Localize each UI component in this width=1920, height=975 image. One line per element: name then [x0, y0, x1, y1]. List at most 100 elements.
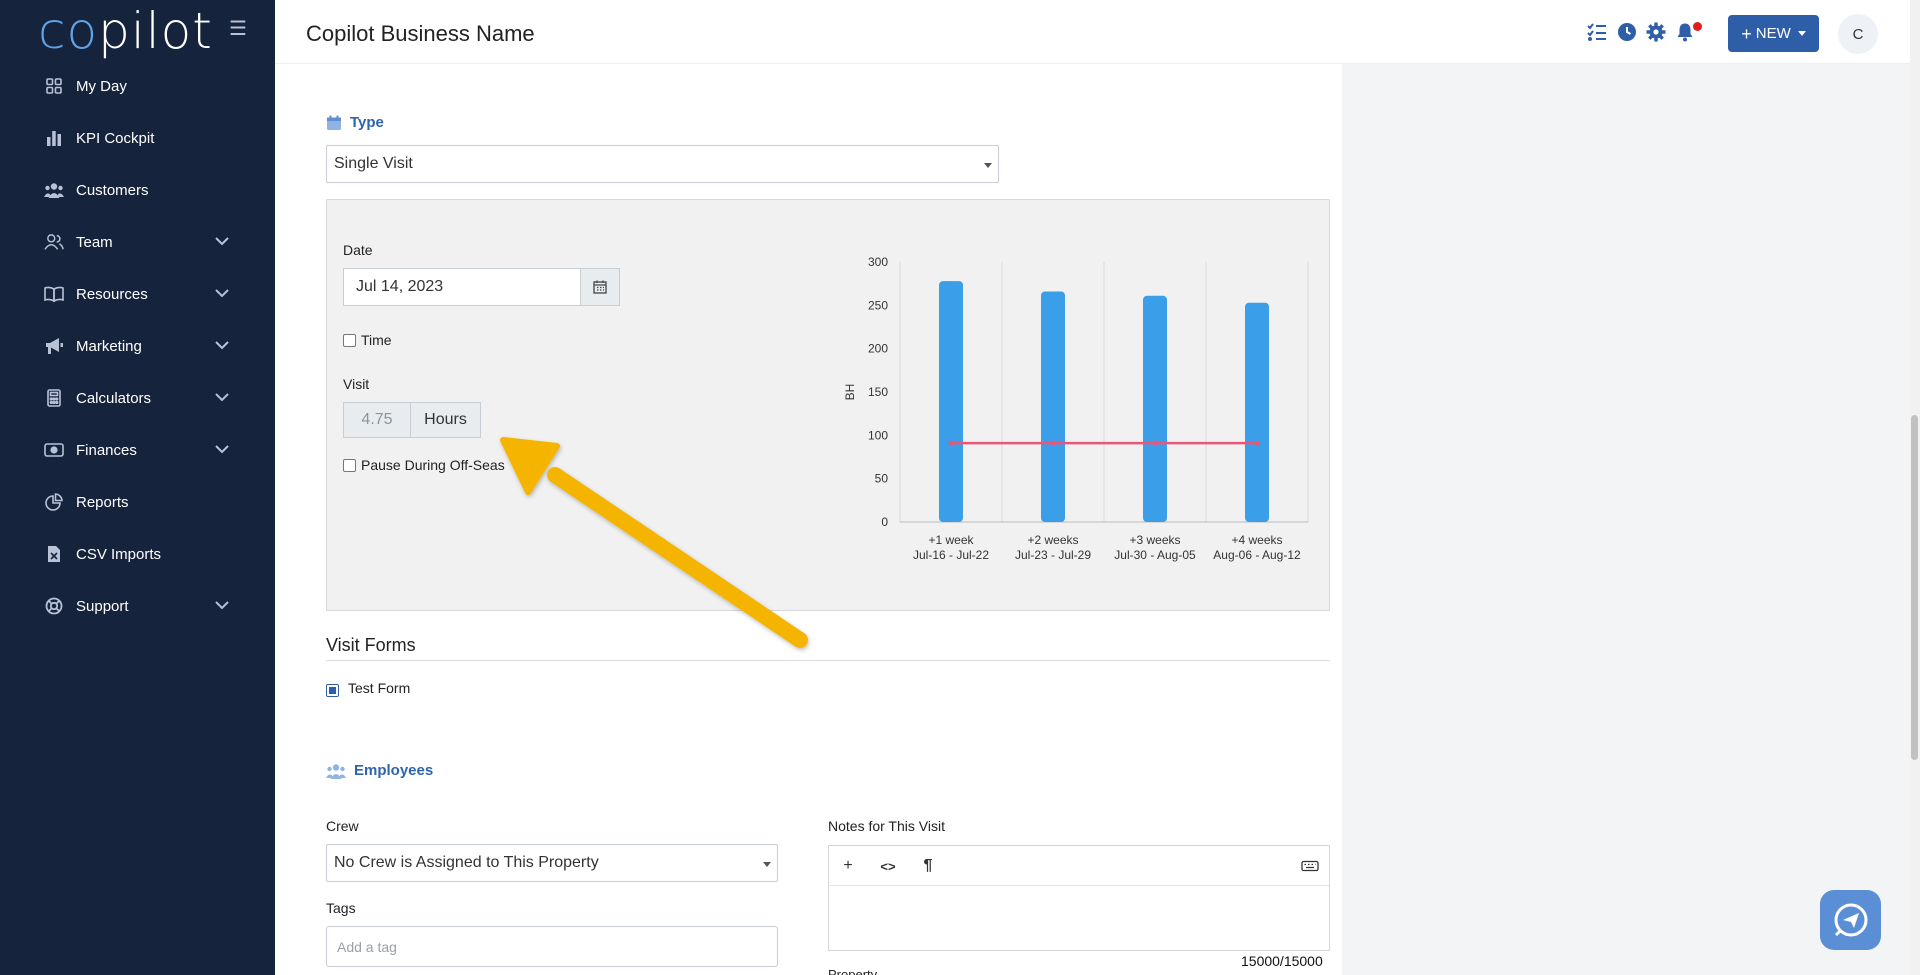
- grid-icon: [44, 76, 64, 96]
- clock-icon[interactable]: [1617, 22, 1637, 42]
- sidebar-item-resources[interactable]: Resources: [0, 268, 275, 320]
- sidebar-item-finances[interactable]: Finances: [0, 424, 275, 476]
- money-icon: [44, 440, 64, 460]
- sidebar-item-reports[interactable]: Reports: [0, 476, 275, 528]
- crew-select[interactable]: No Crew is Assigned to This Property: [326, 844, 778, 882]
- sidebar: copilot ☰ My Day KPI Cockpit Customers T…: [0, 0, 275, 975]
- sidebar-item-team[interactable]: Team: [0, 216, 275, 268]
- sidebar-nav: My Day KPI Cockpit Customers Team Resour…: [0, 60, 275, 632]
- plus-icon[interactable]: +: [839, 857, 857, 875]
- sidebar-item-csv-imports[interactable]: CSV Imports: [0, 528, 275, 580]
- topbar: Copilot Business Name + NEW C: [275, 0, 1920, 64]
- sidebar-item-label: Reports: [76, 493, 129, 511]
- calculator-icon: [44, 388, 64, 408]
- lifebuoy-icon: [44, 596, 64, 616]
- new-button[interactable]: + NEW: [1728, 15, 1819, 52]
- time-checkbox[interactable]: [343, 334, 356, 347]
- checklist-icon[interactable]: [1587, 22, 1607, 42]
- x-tick-label: +1 week: [928, 533, 974, 547]
- chat-bubble-button[interactable]: [1820, 890, 1881, 950]
- crew-label: Crew: [326, 818, 359, 834]
- keyboard-icon[interactable]: [1301, 857, 1319, 875]
- visit-unit-label: Hours: [410, 402, 481, 438]
- calendar-button[interactable]: [580, 268, 620, 306]
- x-tick-sublabel: Aug-06 - Aug-12: [1213, 548, 1301, 562]
- y-tick-label: 0: [881, 515, 888, 529]
- test-form-label: Test Form: [348, 680, 411, 696]
- sidebar-item-my-day[interactable]: My Day: [0, 60, 275, 112]
- menu-toggle-icon[interactable]: ☰: [229, 16, 247, 41]
- notes-char-counter: 15000/15000: [1241, 953, 1323, 969]
- sidebar-item-label: Marketing: [76, 337, 142, 355]
- sidebar-item-customers[interactable]: Customers: [0, 164, 275, 216]
- chevron-down-icon[interactable]: [214, 597, 230, 613]
- employees-heading: Employees: [326, 762, 433, 779]
- visit-label: Visit: [343, 376, 370, 392]
- chevron-down-icon[interactable]: [214, 285, 230, 301]
- pause-off-season-label: Pause During Off-Seas: [361, 457, 505, 473]
- bar: [1143, 295, 1167, 522]
- y-tick-label: 300: [868, 255, 888, 269]
- notification-badge: [1693, 22, 1702, 31]
- caret-down-icon: [1797, 31, 1806, 36]
- test-form-checkbox[interactable]: [326, 684, 339, 697]
- sidebar-item-calculators[interactable]: Calculators: [0, 372, 275, 424]
- sidebar-item-label: My Day: [76, 77, 127, 95]
- user-group-icon: [44, 232, 64, 252]
- x-tick-sublabel: Jul-16 - Jul-22: [913, 548, 989, 562]
- tags-input[interactable]: Add a tag: [326, 926, 778, 967]
- bar: [1245, 302, 1269, 522]
- editor-toolbar: + <> ¶: [829, 846, 1329, 886]
- y-tick-label: 250: [868, 298, 888, 312]
- time-label: Time: [361, 332, 392, 348]
- calendar-icon: [593, 280, 607, 294]
- y-tick-label: 50: [875, 472, 889, 486]
- y-axis-label: BH: [843, 384, 857, 401]
- bar: [1041, 291, 1065, 522]
- plus-icon: +: [1741, 23, 1752, 44]
- scrollbar-thumb[interactable]: [1911, 415, 1918, 760]
- sidebar-item-kpi-cockpit[interactable]: KPI Cockpit: [0, 112, 275, 164]
- sidebar-item-label: Resources: [76, 285, 148, 303]
- sidebar-item-label: Customers: [76, 181, 149, 199]
- visit-hours-input[interactable]: 4.75: [343, 402, 411, 438]
- users-icon: [44, 180, 64, 200]
- notes-editor[interactable]: + <> ¶: [828, 845, 1330, 951]
- megaphone-icon: [44, 336, 64, 356]
- app-logo[interactable]: copilot: [38, 2, 213, 60]
- code-icon[interactable]: <>: [879, 857, 897, 875]
- right-panel: [1342, 64, 1910, 975]
- check-mark-icon: [329, 687, 336, 694]
- book-icon: [44, 284, 64, 304]
- sidebar-item-marketing[interactable]: Marketing: [0, 320, 275, 372]
- gear-icon[interactable]: [1646, 22, 1666, 42]
- chevron-down-icon[interactable]: [214, 389, 230, 405]
- y-tick-label: 200: [868, 342, 888, 356]
- billable-hours-chart: 0 50 100 150 200 250 300 BH +1 weekJul-16 - Jul-…: [843, 255, 1309, 562]
- type-select[interactable]: Single Visit: [326, 145, 999, 183]
- x-tick-label: +2 weeks: [1027, 533, 1078, 547]
- pause-off-season-checkbox[interactable]: [343, 459, 356, 472]
- sidebar-item-support[interactable]: Support: [0, 580, 275, 632]
- bar-chart-icon: [44, 128, 64, 148]
- bell-icon[interactable]: [1675, 22, 1695, 42]
- calendar-icon: [327, 115, 341, 130]
- chat-send-icon: [1834, 903, 1867, 937]
- sidebar-item-label: Calculators: [76, 389, 152, 407]
- x-tick-label: +4 weeks: [1231, 533, 1282, 547]
- caret-down-icon: [763, 862, 771, 867]
- file-csv-icon: [44, 544, 64, 564]
- paragraph-icon[interactable]: ¶: [919, 857, 937, 875]
- chevron-down-icon[interactable]: [214, 441, 230, 457]
- page-title: Copilot Business Name: [306, 21, 535, 46]
- sidebar-item-label: Support: [76, 597, 129, 615]
- chevron-down-icon[interactable]: [214, 233, 230, 249]
- chevron-down-icon[interactable]: [214, 337, 230, 353]
- sidebar-item-label: Finances: [76, 441, 137, 459]
- avatar[interactable]: C: [1838, 14, 1878, 54]
- type-heading: Type: [326, 114, 384, 131]
- line-point: [1050, 440, 1056, 446]
- y-tick-label: 150: [868, 385, 888, 399]
- line-point: [948, 440, 954, 446]
- date-input[interactable]: Jul 14, 2023: [343, 268, 581, 306]
